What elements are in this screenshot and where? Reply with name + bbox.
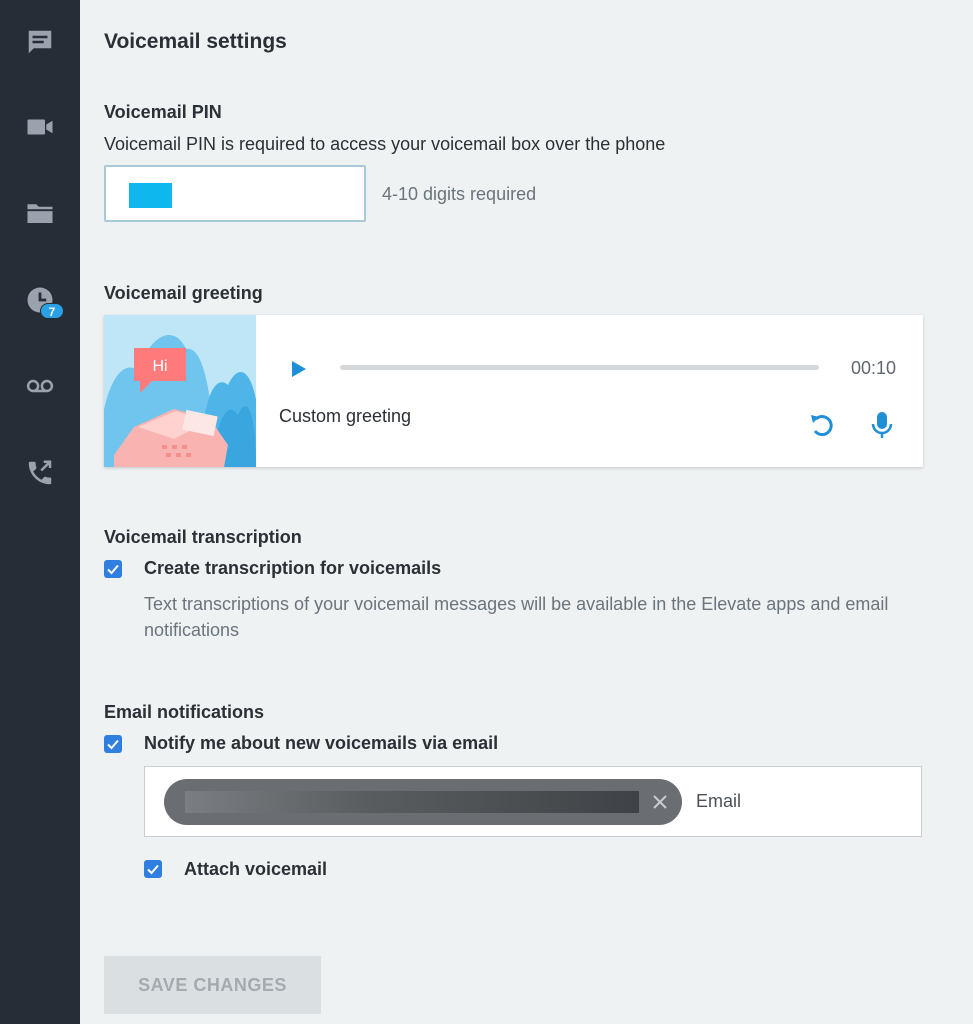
sidebar: 7	[0, 0, 80, 1024]
pin-description: Voicemail PIN is required to access your…	[104, 134, 666, 154]
greeting-section-title: Voicemail greeting	[104, 283, 263, 303]
history-badge: 7	[40, 303, 64, 319]
check-icon	[147, 864, 159, 875]
transcription-checkbox-label[interactable]: Create transcription for voicemails	[144, 558, 441, 579]
pin-hint: 4-10 digits required	[382, 184, 537, 204]
greeting-illustration: Hi	[104, 315, 256, 467]
folder-icon	[27, 204, 53, 223]
email-chip-redacted	[185, 791, 639, 813]
pin-redacted-value	[129, 183, 172, 208]
sidebar-item-voicemail[interactable]	[0, 356, 80, 416]
pin-input[interactable]	[104, 165, 366, 222]
email-input-placeholder[interactable]: Email	[696, 791, 741, 812]
transcription-description: Text transcriptions of your voicemail me…	[144, 594, 889, 640]
email-recipients-field[interactable]: Email	[144, 766, 922, 837]
sidebar-item-video[interactable]	[0, 97, 80, 157]
speech-bubble-text: Hi	[152, 358, 167, 375]
email-chip	[164, 779, 682, 825]
greeting-card: Hi 00:10 Custom greeting	[104, 315, 923, 467]
email-notify-checkbox[interactable]	[104, 735, 122, 753]
voicemail-icon	[26, 379, 54, 393]
play-icon[interactable]	[287, 358, 309, 380]
sidebar-item-files[interactable]	[0, 183, 80, 243]
reset-greeting-icon[interactable]	[807, 409, 839, 441]
pin-section-title: Voicemail PIN	[104, 102, 222, 122]
sidebar-item-chat[interactable]	[0, 12, 80, 72]
greeting-duration: 00:10	[851, 358, 897, 378]
sidebar-item-call-forward[interactable]	[0, 443, 80, 503]
greeting-name: Custom greeting	[279, 406, 412, 426]
sidebar-item-history[interactable]: 7	[0, 270, 80, 330]
transcription-checkbox[interactable]	[104, 560, 122, 578]
email-section-title: Email notifications	[104, 702, 265, 722]
transcription-section-title: Voicemail transcription	[104, 527, 302, 547]
chat-icon	[28, 30, 52, 54]
save-changes-button[interactable]: SAVE CHANGES	[104, 956, 321, 1014]
email-notify-checkbox-label[interactable]: Notify me about new voicemails via email	[144, 733, 498, 754]
close-icon[interactable]	[648, 790, 672, 814]
record-mic-icon[interactable]	[866, 409, 898, 441]
attach-voicemail-label[interactable]: Attach voicemail	[184, 859, 327, 880]
video-icon	[27, 119, 53, 135]
attach-voicemail-checkbox[interactable]	[144, 860, 162, 878]
greeting-progress-bar[interactable]	[340, 365, 819, 370]
page-title: Voicemail settings	[104, 30, 287, 53]
call-forward-icon	[28, 460, 52, 485]
voicemail-settings-panel: Voicemail settings Voicemail PIN Voicema…	[80, 0, 973, 1024]
check-icon	[107, 564, 119, 575]
check-icon	[107, 739, 119, 750]
